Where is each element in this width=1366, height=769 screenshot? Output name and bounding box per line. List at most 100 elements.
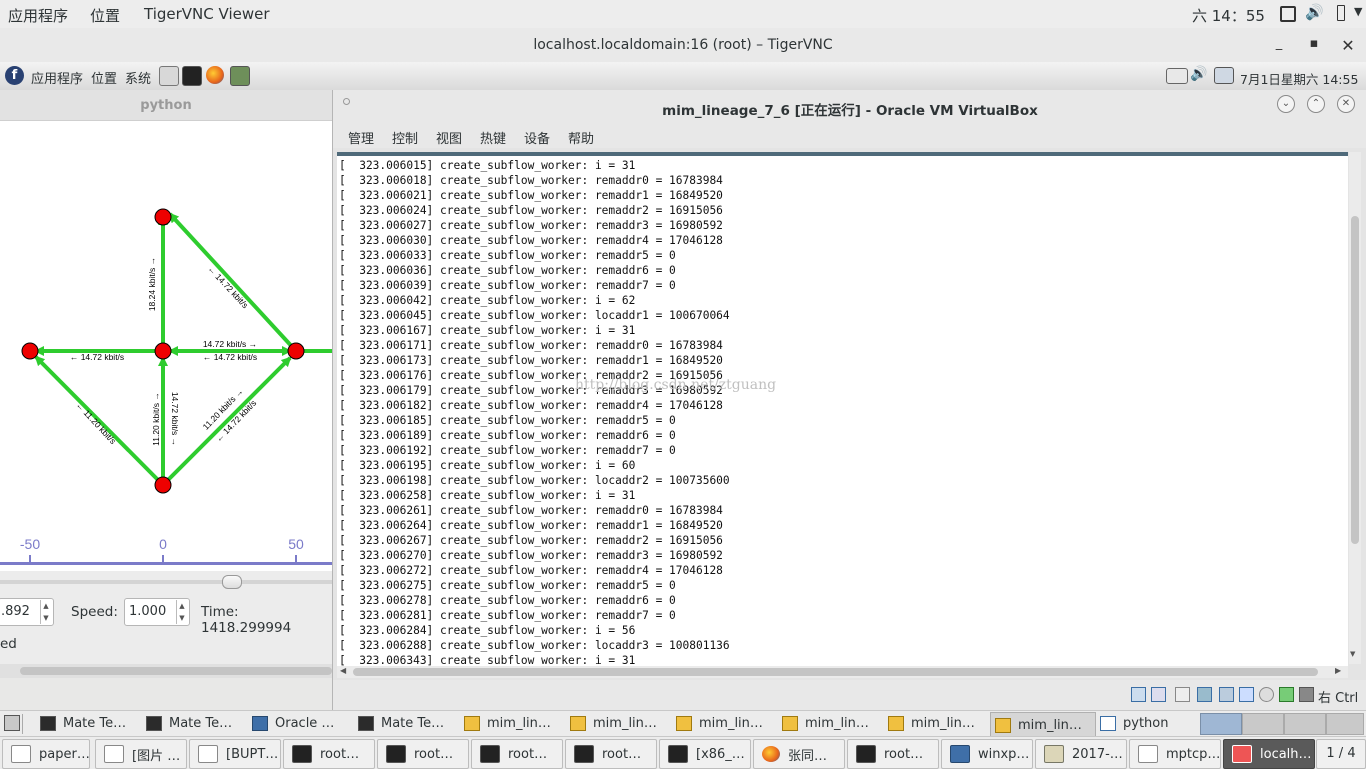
terminal-icon bbox=[292, 745, 312, 763]
taskbar-item[interactable]: mim_lin… bbox=[460, 711, 564, 735]
screen-icon[interactable] bbox=[1280, 6, 1296, 22]
console-line: [ 323.006027] create_subflow_worker: rem… bbox=[339, 219, 723, 232]
optical-drive-icon[interactable] bbox=[1151, 687, 1166, 702]
taskbar-item[interactable]: paper… bbox=[2, 739, 90, 769]
taskbar-item-active[interactable]: localh… bbox=[1223, 739, 1315, 769]
usb-icon[interactable] bbox=[1219, 687, 1234, 702]
console-hscroll[interactable]: ◀ ▶ bbox=[337, 666, 1348, 678]
taskbar-item[interactable]: root… bbox=[565, 739, 657, 769]
scroll-thumb[interactable] bbox=[1351, 216, 1359, 544]
minimize-button[interactable]: _ bbox=[1270, 36, 1288, 54]
step-spinbox[interactable]: .892 ▲ ▼ bbox=[0, 598, 54, 626]
taskbar-item[interactable]: root… bbox=[377, 739, 469, 769]
taskbar-item[interactable]: python bbox=[1096, 711, 1196, 735]
scroll-left-arrow-icon[interactable]: ◀ bbox=[340, 666, 346, 675]
scroll-right-arrow-icon[interactable]: ▶ bbox=[1335, 666, 1341, 675]
host-places-menu[interactable]: 位置 bbox=[90, 5, 120, 26]
file-manager-icon[interactable] bbox=[159, 66, 179, 86]
shared-folder-icon[interactable] bbox=[1239, 687, 1254, 702]
python-hscroll[interactable] bbox=[0, 664, 332, 678]
host-app-menu[interactable]: TigerVNC Viewer bbox=[144, 5, 270, 23]
terminal-icon bbox=[856, 745, 876, 763]
keyboard-icon[interactable] bbox=[1166, 68, 1188, 84]
show-desktop-icon[interactable] bbox=[4, 715, 20, 731]
maximize-button[interactable]: ▪ bbox=[1305, 36, 1323, 54]
terminal-icon[interactable] bbox=[182, 66, 202, 86]
guest-console[interactable]: [ 323.006015] create_subflow_worker: i =… bbox=[337, 152, 1348, 668]
battery-icon[interactable] bbox=[1337, 5, 1345, 21]
taskbar-item[interactable]: Mate Te… bbox=[354, 711, 458, 735]
taskbar-item[interactable]: Oracle … bbox=[248, 711, 352, 735]
host-applications-menu[interactable]: 应用程序 bbox=[8, 5, 68, 26]
workspace-3[interactable] bbox=[1284, 713, 1326, 735]
console-vscroll[interactable]: ▼ bbox=[1349, 152, 1361, 664]
taskbar-item[interactable]: mim_lin… bbox=[672, 711, 776, 735]
taskbar-item-active[interactable]: mim_lin… bbox=[990, 712, 1096, 738]
maximize-button[interactable]: ⌃ bbox=[1307, 95, 1325, 113]
spin-arrows-icon[interactable]: ▲ ▼ bbox=[176, 600, 187, 624]
workspace-indicator[interactable]: 1 / 4 bbox=[1316, 739, 1366, 769]
taskbar-item[interactable]: root… bbox=[283, 739, 375, 769]
menu-machine[interactable]: 管理 bbox=[348, 128, 374, 147]
network-icon[interactable] bbox=[1214, 67, 1234, 84]
menu-devices[interactable]: 设备 bbox=[524, 128, 550, 147]
remote-applications-menu[interactable]: 应用程序 bbox=[31, 68, 83, 87]
window-icon bbox=[1100, 715, 1116, 731]
taskbar-item[interactable]: [BUPT… bbox=[189, 739, 281, 769]
minimize-button[interactable]: ⌄ bbox=[1277, 95, 1295, 113]
network-canvas[interactable]: 18.24 kbit/s → ← 14.72 kbit/s ← 14.72 kb… bbox=[0, 121, 332, 571]
taskbar-item[interactable]: [图片 … bbox=[95, 739, 187, 769]
menu-help[interactable]: 帮助 bbox=[568, 128, 594, 147]
network-adapter-icon[interactable] bbox=[1197, 687, 1212, 702]
workspace-1[interactable] bbox=[1200, 713, 1242, 735]
workspace-2[interactable] bbox=[1242, 713, 1284, 735]
taskbar-item[interactable]: 2017-… bbox=[1035, 739, 1127, 769]
host-clock[interactable]: 六 14：55 bbox=[1192, 5, 1265, 26]
taskbar-item[interactable]: winxp… bbox=[941, 739, 1033, 769]
firefox-icon bbox=[762, 746, 780, 762]
floppy-icon[interactable] bbox=[1175, 687, 1190, 702]
volume-icon[interactable]: 🔊 bbox=[1190, 66, 1207, 82]
mouse-integration-icon[interactable] bbox=[1279, 687, 1294, 702]
speed-spinbox[interactable]: 1.000 ▲ ▼ bbox=[124, 598, 190, 626]
taskbar-item[interactable]: mptcp… bbox=[1129, 739, 1221, 769]
workspace-4[interactable] bbox=[1326, 713, 1364, 735]
spin-arrows-icon[interactable]: ▲ ▼ bbox=[40, 600, 51, 624]
hard-disk-icon[interactable] bbox=[1131, 687, 1146, 702]
firefox-icon[interactable] bbox=[206, 66, 224, 84]
taskbar-item[interactable]: Mate Te… bbox=[142, 711, 246, 735]
taskbar-item[interactable]: Mate Te… bbox=[36, 711, 140, 735]
taskbar-item[interactable]: 张同… bbox=[753, 739, 845, 769]
taskbar-item[interactable]: mim_lin… bbox=[778, 711, 882, 735]
time-slider-track[interactable] bbox=[0, 580, 332, 584]
menu-view[interactable]: 视图 bbox=[436, 128, 462, 147]
taskbar-item-label: localh… bbox=[1260, 746, 1312, 762]
taskbar-item[interactable]: root… bbox=[471, 739, 563, 769]
taskbar-item-label: [图片 … bbox=[132, 748, 181, 764]
volume-icon[interactable]: 🔊 bbox=[1305, 3, 1324, 21]
screenshot-icon[interactable] bbox=[230, 66, 250, 86]
taskbar-item[interactable]: root… bbox=[847, 739, 939, 769]
remote-places-menu[interactable]: 位置 bbox=[91, 68, 117, 87]
taskbar-item[interactable]: mim_lin… bbox=[884, 711, 988, 735]
time-slider-handle[interactable] bbox=[222, 575, 242, 589]
remote-system-menu[interactable]: 系统 bbox=[125, 68, 151, 87]
close-button[interactable]: ✕ bbox=[1339, 36, 1357, 55]
scroll-thumb[interactable] bbox=[20, 667, 332, 675]
scroll-down-arrow-icon[interactable]: ▼ bbox=[1350, 650, 1355, 658]
scroll-thumb[interactable] bbox=[353, 668, 1318, 676]
close-button[interactable]: ✕ bbox=[1337, 95, 1355, 113]
taskbar-item[interactable]: [x86_… bbox=[659, 739, 751, 769]
capture-icon[interactable] bbox=[1259, 687, 1274, 702]
console-line: [ 323.006275] create_subflow_worker: rem… bbox=[339, 579, 676, 592]
edge-label: 18.24 kbit/s → bbox=[147, 257, 157, 311]
menu-hotkeys[interactable]: 热键 bbox=[480, 128, 506, 147]
remote-clock[interactable]: 7月1日星期六 14:55 bbox=[1240, 69, 1358, 88]
keyboard-capture-icon[interactable] bbox=[1299, 687, 1314, 702]
menu-control[interactable]: 控制 bbox=[392, 128, 418, 147]
fedora-logo-icon[interactable]: f bbox=[5, 66, 24, 85]
taskbar-item[interactable]: mim_lin… bbox=[566, 711, 670, 735]
console-line: [ 323.006281] create_subflow_worker: rem… bbox=[339, 609, 676, 622]
console-line: [ 323.006045] create_subflow_worker: loc… bbox=[339, 309, 730, 322]
chevron-down-icon[interactable]: ▼ bbox=[1354, 5, 1362, 18]
